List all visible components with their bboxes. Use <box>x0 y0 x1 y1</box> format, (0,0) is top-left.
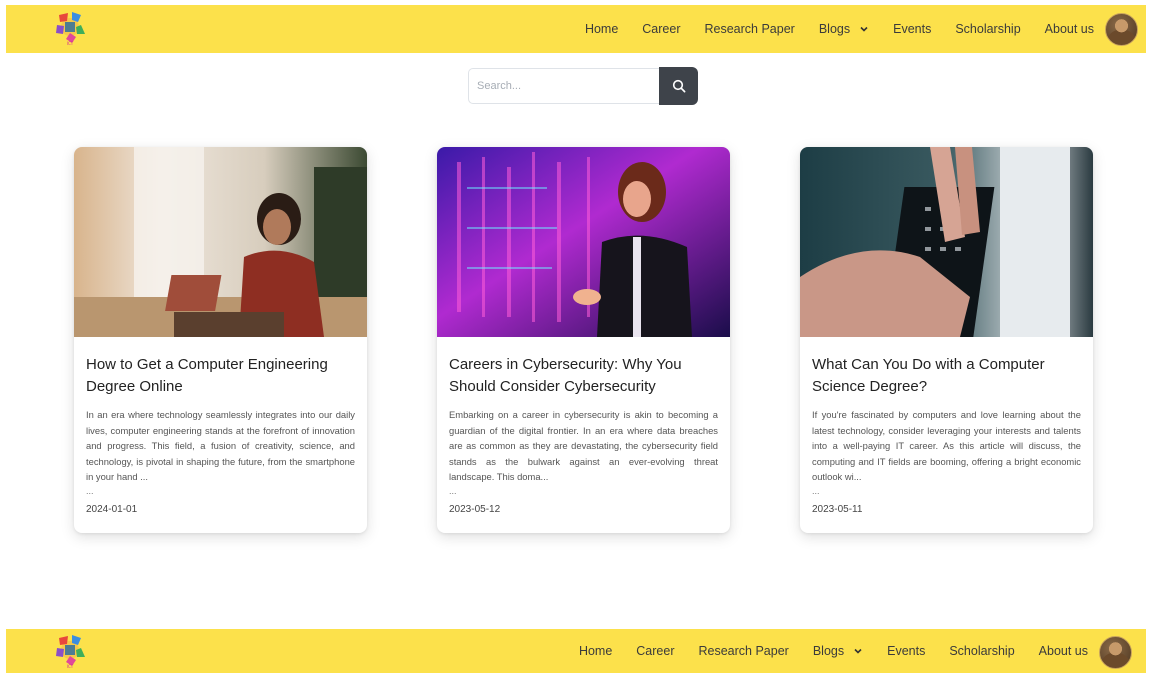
footer-nav-scholarship[interactable]: Scholarship <box>949 644 1014 658</box>
nav-blogs-label: Blogs <box>818 22 851 36</box>
top-navbar: Home Career Research Paper Blogs Events … <box>6 5 1146 53</box>
blog-card-image <box>437 147 730 337</box>
blog-card-date: 2024-01-01 <box>86 504 138 515</box>
blog-card-excerpt: Embarking on a career in cybersecurity i… <box>449 409 718 483</box>
search-icon <box>672 79 685 93</box>
search-bar <box>468 67 698 106</box>
footer-navbar: Home Career Research Paper Blogs Events … <box>6 629 1146 673</box>
footer-nav-events[interactable]: Events <box>887 644 925 658</box>
blog-card-image <box>800 147 1093 337</box>
blog-card-ellipsis: ... <box>812 486 820 496</box>
blog-card-excerpt: If you're fascinated by computers and lo… <box>812 409 1081 483</box>
blog-card-excerpt: In an era where technology seamlessly in… <box>86 409 355 483</box>
nav-about-us[interactable]: About us <box>1045 22 1094 36</box>
footer-avatar[interactable] <box>1099 636 1132 669</box>
blog-card-ellipsis: ... <box>86 486 94 496</box>
site-logo[interactable] <box>50 7 90 47</box>
blog-card-title[interactable]: Careers in Cybersecurity: Why You Should… <box>449 354 718 398</box>
footer-nav-blogs-dropdown[interactable]: Blogs <box>813 644 863 658</box>
footer-logo[interactable] <box>50 630 90 670</box>
search-button[interactable] <box>659 67 698 105</box>
blog-card-date: 2023-05-12 <box>449 504 501 515</box>
footer-nav-research-paper[interactable]: Research Paper <box>699 644 789 658</box>
nav-career[interactable]: Career <box>642 22 680 36</box>
chevron-down-icon <box>854 648 862 654</box>
nav-scholarship[interactable]: Scholarship <box>955 22 1020 36</box>
blog-card[interactable]: Careers in Cybersecurity: Why You Should… <box>437 147 730 533</box>
user-avatar[interactable] <box>1105 13 1138 46</box>
nav-blogs-dropdown[interactable]: Blogs <box>819 22 869 36</box>
nav-research-paper[interactable]: Research Paper <box>705 22 795 36</box>
nav-events[interactable]: Events <box>893 22 931 36</box>
blog-card-date: 2023-05-11 <box>812 504 863 515</box>
footer-nav-career[interactable]: Career <box>636 644 674 658</box>
main-nav: Home Career Research Paper Blogs Events … <box>585 5 1094 53</box>
footer-nav-home[interactable]: Home <box>579 644 612 658</box>
blog-card-title[interactable]: How to Get a Computer Engineering Degree… <box>86 354 355 398</box>
blog-card-title[interactable]: What Can You Do with a Computer Science … <box>812 354 1081 398</box>
blog-card-ellipsis: ... <box>449 486 457 496</box>
search-input[interactable] <box>468 68 659 104</box>
blog-card-image <box>74 147 367 337</box>
chevron-down-icon <box>860 26 868 32</box>
nav-home[interactable]: Home <box>585 22 618 36</box>
footer-nav: Home Career Research Paper Blogs Events … <box>579 629 1088 673</box>
blog-card[interactable]: What Can You Do with a Computer Science … <box>800 147 1093 533</box>
blog-card[interactable]: How to Get a Computer Engineering Degree… <box>74 147 367 533</box>
footer-nav-about-us[interactable]: About us <box>1039 644 1088 658</box>
footer-nav-blogs-label: Blogs <box>812 644 845 658</box>
